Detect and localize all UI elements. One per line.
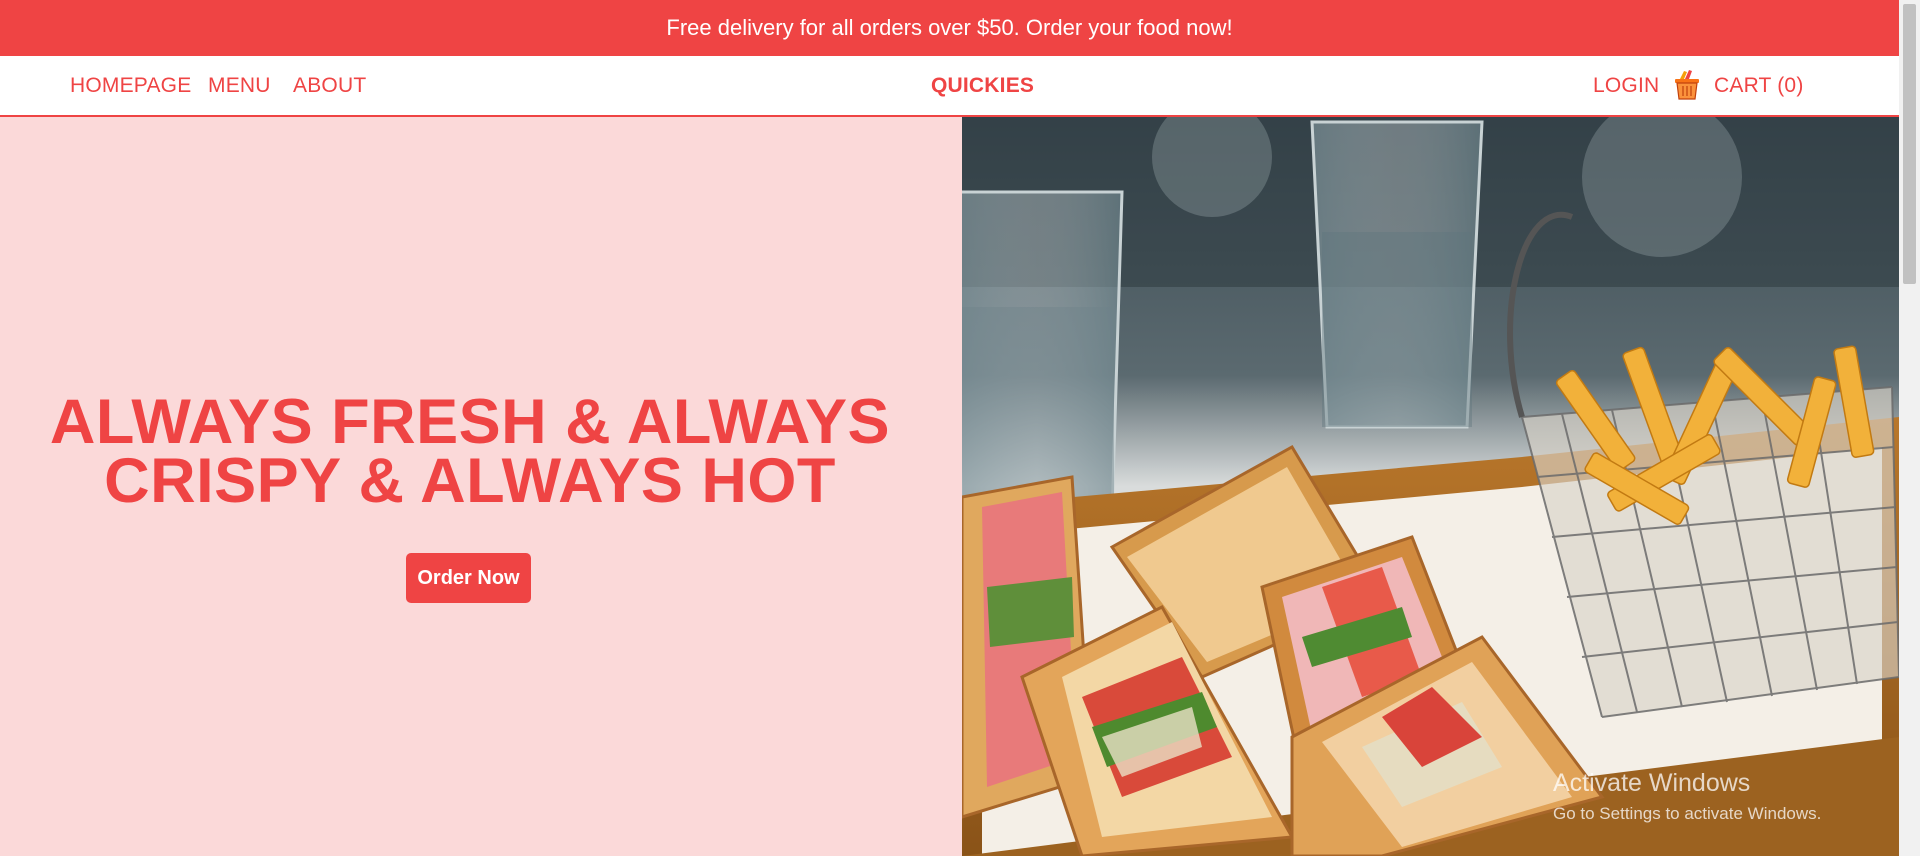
- nav-link-homepage[interactable]: HOMEPAGE: [70, 56, 191, 115]
- windows-activation-watermark: Activate Windows Go to Settings to activ…: [1553, 769, 1821, 824]
- top-navigation: HOMEPAGE MENU ABOUT QUICKIES LOGIN CART …: [0, 56, 1899, 117]
- login-link[interactable]: LOGIN: [1593, 56, 1659, 115]
- watermark-title: Activate Windows: [1553, 769, 1751, 797]
- brand-logo-text[interactable]: QUICKIES: [931, 56, 1034, 115]
- hero-food-image: [962, 117, 1899, 856]
- scrollbar-thumb[interactable]: [1903, 4, 1916, 284]
- promo-text: Free delivery for all orders over $50. O…: [666, 15, 1233, 40]
- cart-link[interactable]: CART (0): [1714, 56, 1804, 115]
- nav-link-menu[interactable]: MENU: [208, 56, 271, 115]
- hero-text-panel: ALWAYS FRESH & ALWAYS CRISPY & ALWAYS HO…: [0, 117, 962, 856]
- headline-line-2: CRISPY & ALWAYS HOT: [104, 446, 836, 516]
- order-now-button[interactable]: Order Now: [406, 553, 531, 603]
- nav-link-about[interactable]: ABOUT: [293, 56, 366, 115]
- promo-banner: Free delivery for all orders over $50. O…: [0, 0, 1899, 56]
- hero-headline: ALWAYS FRESH & ALWAYS CRISPY & ALWAYS HO…: [30, 391, 910, 513]
- shopping-basket-icon[interactable]: [1672, 68, 1702, 102]
- watermark-subtitle: Go to Settings to activate Windows.: [1553, 804, 1822, 823]
- hero-section: ALWAYS FRESH & ALWAYS CRISPY & ALWAYS HO…: [0, 117, 1899, 856]
- vertical-scrollbar[interactable]: [1899, 0, 1920, 856]
